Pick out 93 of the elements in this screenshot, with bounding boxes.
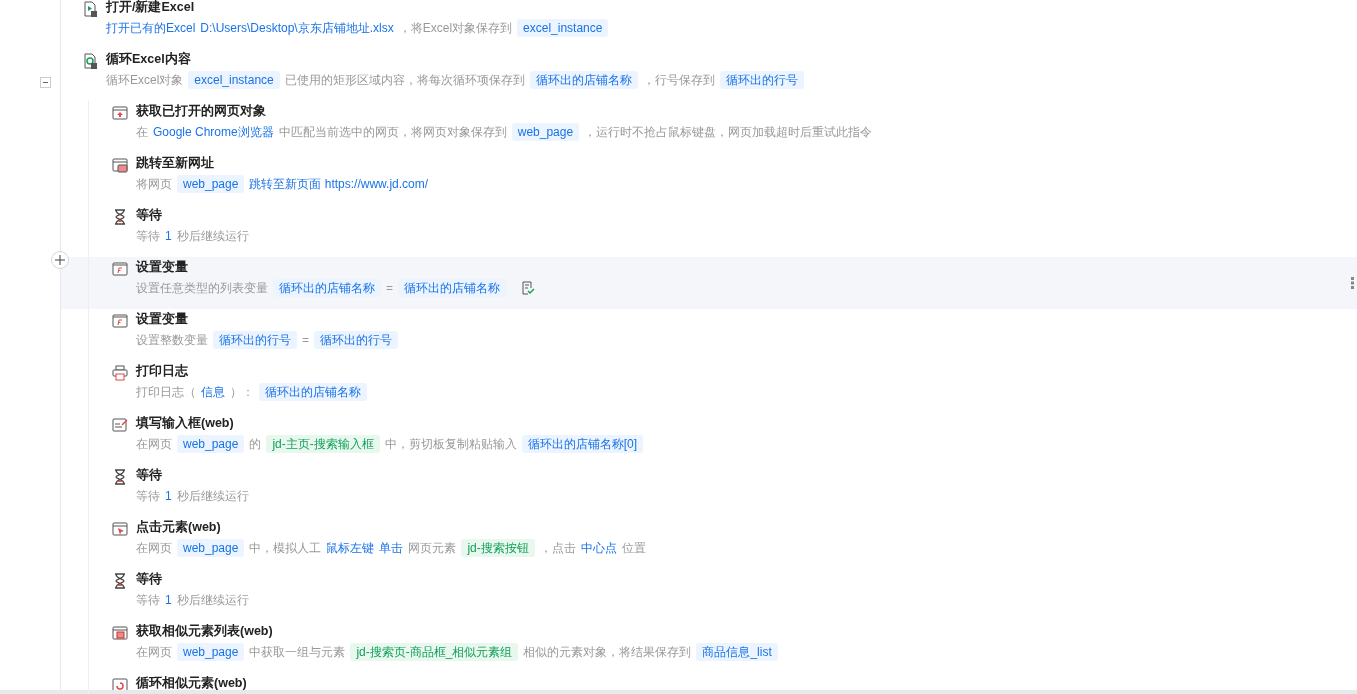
parameter-link[interactable]: 跳转至新页面 https://www.jd.com/ — [249, 175, 429, 193]
step-title: 获取已打开的网页对象 — [136, 103, 267, 119]
step-title: 跳转至新网址 — [136, 155, 215, 171]
description-text: 已使用的矩形区域内容，将每次循环项保存到 — [284, 71, 525, 89]
variable-tag[interactable]: 循环出的店铺名称 — [273, 279, 381, 297]
step-title: 等待 — [136, 571, 163, 587]
variable-tag[interactable]: web_page — [177, 539, 245, 557]
description-text: 在 — [136, 123, 148, 141]
description-text: 设置整数变量 — [136, 331, 208, 349]
variable-tag[interactable]: 循环出的店铺名称[0] — [521, 435, 644, 453]
variable-tag[interactable]: 循环出的行号 — [719, 71, 804, 89]
parameter-link[interactable]: 1 — [165, 489, 172, 503]
browser-icon — [112, 105, 128, 121]
variable-tag[interactable]: excel_instance — [517, 19, 609, 37]
description-text: 相似的元素对象，将结果保存到 — [523, 643, 692, 661]
step-title: 循环相似元素(web) — [136, 675, 247, 691]
step-title: 设置变量 — [136, 259, 189, 275]
description-text: 在网页 — [136, 643, 172, 661]
hourglass-icon — [112, 469, 128, 485]
printer-icon — [112, 365, 128, 381]
parameter-link[interactable]: 信息 — [201, 383, 225, 401]
variable-tag[interactable]: 循环出的店铺名称 — [529, 71, 638, 89]
function-icon — [112, 313, 128, 329]
description-text: 等待 — [136, 591, 160, 609]
step-title: 打印日志 — [136, 363, 189, 379]
parameter-link[interactable]: 单击 — [379, 539, 404, 557]
step-title: 获取相似元素列表(web) — [136, 623, 274, 639]
description-text: 中，剪切板复制粘贴输入 — [384, 435, 517, 453]
hourglass-icon — [112, 209, 128, 225]
more-icon[interactable] — [1351, 276, 1355, 290]
step-title: 打开/新建Excel — [106, 0, 196, 15]
step-title: 等待 — [136, 207, 163, 223]
description-text: 秒后继续运行 — [176, 591, 249, 609]
variable-tag[interactable]: web_page — [511, 123, 580, 141]
form-edit-icon — [112, 417, 128, 433]
checklist-icon[interactable] — [521, 281, 535, 295]
description-text: 在网页 — [136, 435, 172, 453]
description-text: ，将Excel对象保存到 — [398, 19, 513, 37]
parameter-link[interactable]: 1 — [165, 593, 172, 607]
element-tag[interactable]: jd-主页-搜索输入框 — [266, 435, 380, 453]
parameter-link[interactable]: Google Chrome浏览器 — [153, 123, 274, 141]
step-title: 设置变量 — [136, 311, 189, 327]
step-title: 等待 — [136, 467, 163, 483]
description-text: 网页元素 — [408, 539, 457, 557]
description-text: 秒后继续运行 — [176, 227, 249, 245]
parameter-link[interactable]: D:\Users\Desktop\京东店铺地址.xlsx — [200, 19, 394, 37]
step-title: 循环Excel内容 — [106, 51, 192, 67]
parameter-link[interactable]: 鼠标左键 — [326, 539, 375, 557]
description-text: 中匹配当前选中的网页，将网页对象保存到 — [278, 123, 507, 141]
description-text: 等待 — [136, 227, 160, 245]
cursor-window-icon — [112, 521, 128, 537]
element-tag[interactable]: jd-搜索按钮 — [461, 539, 535, 557]
description-text: ，行号保存到 — [642, 71, 715, 89]
description-text: 打印日志（ — [136, 383, 196, 401]
parameter-link[interactable]: 中心点 — [580, 539, 617, 557]
description-text: 秒后继续运行 — [176, 487, 249, 505]
variable-tag[interactable]: web_page — [177, 435, 245, 453]
variable-tag[interactable]: web_page — [177, 643, 245, 661]
variable-tag[interactable]: excel_instance — [188, 71, 280, 89]
hourglass-icon — [112, 573, 128, 589]
description-text: ，点击 — [539, 539, 576, 557]
description-text: 在网页 — [136, 539, 172, 557]
description-text: 位置 — [621, 539, 646, 557]
step-title: 填写输入框(web) — [136, 415, 235, 431]
description-text: = — [302, 333, 309, 347]
window-list-icon — [112, 625, 128, 641]
excel-loop-icon — [82, 53, 98, 69]
description-text: 设置任意类型的列表变量 — [136, 279, 268, 297]
description-text: 中获取一组与元素 — [249, 643, 346, 661]
variable-tag[interactable]: 循环出的行号 — [213, 331, 297, 349]
step-title: 点击元素(web) — [136, 519, 222, 535]
description-text: 将网页 — [136, 175, 172, 193]
parameter-link[interactable]: 1 — [165, 229, 172, 243]
variable-tag[interactable]: 循环出的行号 — [314, 331, 398, 349]
parameter-link[interactable]: 打开已有的Excel — [106, 19, 196, 37]
plus-icon — [55, 255, 65, 265]
browser-window-icon — [112, 157, 128, 173]
description-text: 的 — [249, 435, 262, 453]
variable-tag[interactable]: 商品信息_list — [696, 643, 778, 661]
description-text: ）： — [230, 383, 254, 401]
add-step-button[interactable] — [51, 251, 69, 269]
description-text: 中，模拟人工 — [249, 539, 322, 557]
function-icon — [112, 261, 128, 277]
description-text: 循环Excel对象 — [106, 71, 184, 89]
variable-tag[interactable]: 循环出的店铺名称 — [398, 279, 506, 297]
description-text: = — [386, 281, 393, 295]
collapse-toggle[interactable] — [40, 77, 51, 88]
description-text: 等待 — [136, 487, 160, 505]
step-row-background[interactable] — [61, 257, 1357, 309]
variable-tag[interactable]: 循环出的店铺名称 — [259, 383, 367, 401]
description-text: ，运行时不抢占鼠标键盘，网页加载超时后重试此指令 — [584, 123, 873, 141]
element-tag[interactable]: jd-搜索页-商品框_相似元素组 — [350, 643, 519, 661]
variable-tag[interactable]: web_page — [177, 175, 245, 193]
